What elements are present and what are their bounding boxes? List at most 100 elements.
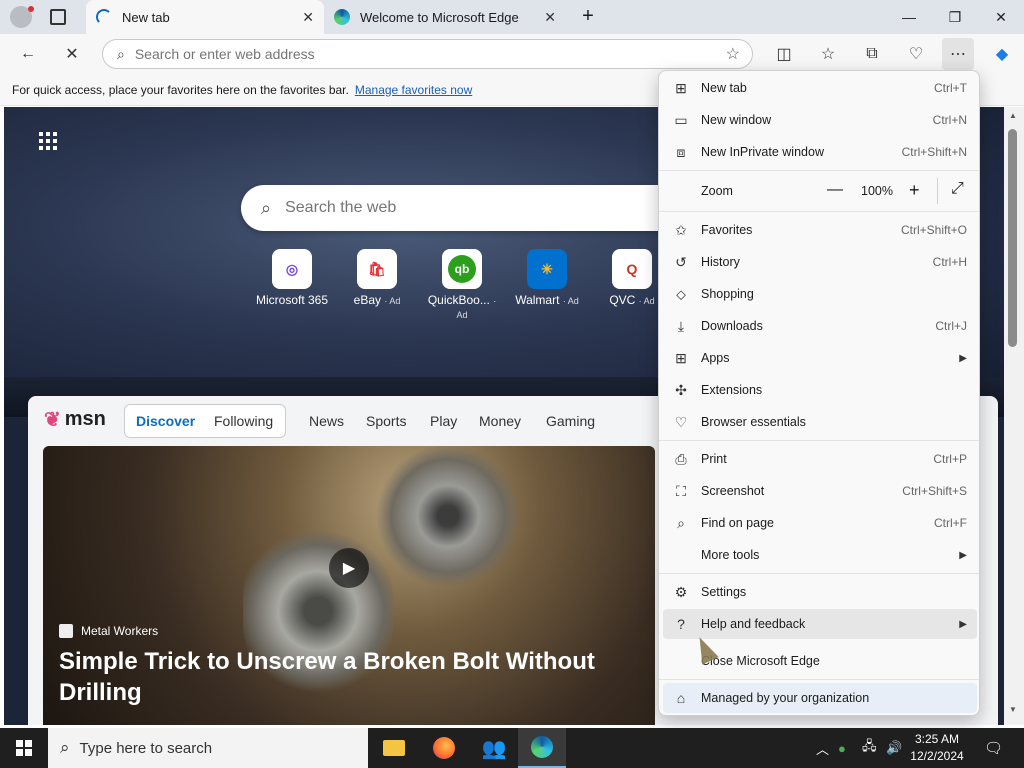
apps-icon: ⊞ <box>675 349 687 366</box>
user-tray-icon[interactable]: ● <box>838 728 846 768</box>
network-icon[interactable]: 🖧 <box>862 728 877 768</box>
favorites-bar-text: For quick access, place your favorites h… <box>12 82 349 97</box>
notifications-icon[interactable]: 🗨 <box>984 728 1003 768</box>
nav-gaming[interactable]: Gaming <box>546 404 595 438</box>
source-logo-icon <box>59 624 73 638</box>
title-bar: New tab ✕ Welcome to Microsoft Edge ✕ + … <box>0 0 1024 34</box>
edge-taskbar-icon[interactable] <box>518 728 566 768</box>
quick-link-microsoft365[interactable]: ◎ Microsoft 365 <box>252 249 332 307</box>
restore-button[interactable]: ❐ <box>932 0 978 34</box>
back-button[interactable]: ← <box>12 38 44 70</box>
collections-icon[interactable]: ⧉ <box>856 38 888 70</box>
scrollbar-thumb[interactable] <box>1008 129 1017 347</box>
quick-link-quickbooks[interactable]: qb QuickBoo... · Ad <box>422 249 502 321</box>
taskbar-search[interactable]: ⌕ Type here to search <box>48 728 368 768</box>
address-input[interactable] <box>134 46 695 62</box>
scroll-up-arrow[interactable]: ▲ <box>1009 111 1017 120</box>
split-screen-icon[interactable]: ◫ <box>768 38 800 70</box>
source-name: Metal Workers <box>81 624 159 638</box>
firefox-icon[interactable] <box>420 728 468 768</box>
menu-item-screenshot[interactable]: ⛶ Screenshot Ctrl+Shift+S <box>663 476 977 506</box>
menu-item-new-inprivate-window[interactable]: ⧈ New InPrivate window Ctrl+Shift+N <box>663 137 977 167</box>
nav-sports[interactable]: Sports <box>366 404 406 438</box>
search-icon: ⌕ <box>117 45 125 62</box>
menu-item-find-on-page[interactable]: ⌕ Find on page Ctrl+F <box>663 508 977 538</box>
start-button[interactable] <box>0 728 48 768</box>
volume-icon[interactable]: 🔊 <box>886 728 902 768</box>
minimize-button[interactable]: — <box>886 0 932 34</box>
browser-essentials-icon[interactable]: ♡ <box>900 38 932 70</box>
copilot-icon[interactable]: ◆ <box>986 38 1018 70</box>
manage-favorites-link[interactable]: Manage favorites now <box>355 83 472 97</box>
menu-item-apps[interactable]: ⊞ Apps ▶ <box>663 343 977 373</box>
menu-item-extensions[interactable]: ✣ Extensions <box>663 375 977 405</box>
nav-news[interactable]: News <box>309 404 344 438</box>
edge-icon <box>334 9 350 25</box>
menu-item-managed[interactable]: ⌂ Managed by your organization <box>663 683 977 713</box>
ad-badge: · Ad <box>638 296 655 306</box>
menu-item-print[interactable]: ⎙ Print Ctrl+P <box>663 444 977 474</box>
quick-link-label: eBay <box>353 293 381 307</box>
address-bar[interactable]: ⌕ ☆ <box>102 39 753 69</box>
show-hidden-icons[interactable]: ︿ <box>816 728 829 768</box>
menu-item-settings[interactable]: ⚙ Settings <box>663 577 977 607</box>
stop-loading-button[interactable]: ✕ <box>56 38 88 70</box>
favorites-icon[interactable]: ☆ <box>812 38 844 70</box>
play-button[interactable]: ▶ <box>329 548 369 588</box>
menu-label: Settings <box>701 585 747 599</box>
heart-icon: ♡ <box>674 413 688 430</box>
menu-item-shopping[interactable]: ⬦ Shopping <box>663 279 977 309</box>
quick-link-walmart[interactable]: ✳ Walmart · Ad <box>507 249 587 307</box>
menu-label: Zoom <box>701 184 733 198</box>
web-search-input[interactable] <box>285 199 586 217</box>
close-window-button[interactable]: ✕ <box>978 0 1024 34</box>
nav-following[interactable]: Following <box>214 404 273 438</box>
quick-link-ebay[interactable]: 🛍 eBay · Ad <box>337 249 417 307</box>
tab-welcome[interactable]: Welcome to Microsoft Edge ✕ <box>324 0 566 34</box>
clock[interactable]: 3:25 AM 12/2/2024 <box>905 731 969 765</box>
file-explorer-icon[interactable] <box>370 728 418 768</box>
settings-and-more-button[interactable]: ⋯ <box>942 38 974 70</box>
menu-label: Managed by your organization <box>701 691 870 705</box>
close-tab-icon[interactable]: ✕ <box>544 9 556 26</box>
menu-item-new-window[interactable]: ▭ New window Ctrl+N <box>663 105 977 135</box>
clock-date: 12/2/2024 <box>910 749 964 763</box>
menu-separator <box>659 170 979 171</box>
tag-icon: ⬦ <box>676 285 686 302</box>
app-launcher-icon[interactable] <box>38 131 58 151</box>
page-scrollbar[interactable]: ▲ ▼ <box>1004 107 1024 725</box>
menu-label: More tools <box>701 548 760 562</box>
menu-item-new-tab[interactable]: ⊞ New tab Ctrl+T <box>663 73 977 103</box>
more-tools-spacer <box>673 547 689 563</box>
menu-shortcut: Ctrl+Shift+S <box>902 484 967 498</box>
menu-item-more-tools[interactable]: More tools ▶ <box>663 540 977 570</box>
puzzle-icon: ✣ <box>675 381 687 398</box>
zoom-in-button[interactable]: + <box>909 180 920 201</box>
download-icon: ⤓ <box>677 317 685 334</box>
scroll-down-arrow[interactable]: ▼ <box>1009 705 1017 714</box>
menu-item-favorites[interactable]: ✩ Favorites Ctrl+Shift+O <box>663 215 977 245</box>
menu-item-help-and-feedback[interactable]: ? Help and feedback ▶ <box>663 609 977 639</box>
menu-item-browser-essentials[interactable]: ♡ Browser essentials <box>663 407 977 437</box>
menu-item-downloads[interactable]: ⤓ Downloads Ctrl+J <box>663 311 977 341</box>
full-screen-icon[interactable]: ⤢ <box>951 180 964 198</box>
add-favorite-icon[interactable]: ☆ <box>726 44 740 64</box>
new-tab-button[interactable]: + <box>576 5 600 29</box>
hero-article[interactable]: ▶ Metal Workers Simple Trick to Unscrew … <box>43 446 655 725</box>
menu-item-history[interactable]: ↺ History Ctrl+H <box>663 247 977 277</box>
nav-discover[interactable]: Discover <box>136 404 195 438</box>
notification-dot <box>28 6 34 12</box>
menu-label: Extensions <box>701 383 763 397</box>
zoom-out-button[interactable]: — <box>827 181 843 199</box>
menu-shortcut: Ctrl+T <box>934 81 967 95</box>
close-tab-icon[interactable]: ✕ <box>302 9 314 26</box>
people-app-icon[interactable]: 👥 <box>470 728 518 768</box>
loading-icon <box>96 9 112 25</box>
nav-play[interactable]: Play <box>430 404 457 438</box>
article-headline[interactable]: Simple Trick to Unscrew a Broken Bolt Wi… <box>59 646 619 708</box>
tab-actions-icon[interactable] <box>50 9 66 25</box>
web-search-box[interactable]: ⌕ <box>241 185 681 231</box>
nav-money[interactable]: Money <box>479 404 521 438</box>
msn-logo[interactable]: ❦ msn <box>44 404 106 434</box>
tab-new-tab[interactable]: New tab ✕ <box>86 0 324 34</box>
